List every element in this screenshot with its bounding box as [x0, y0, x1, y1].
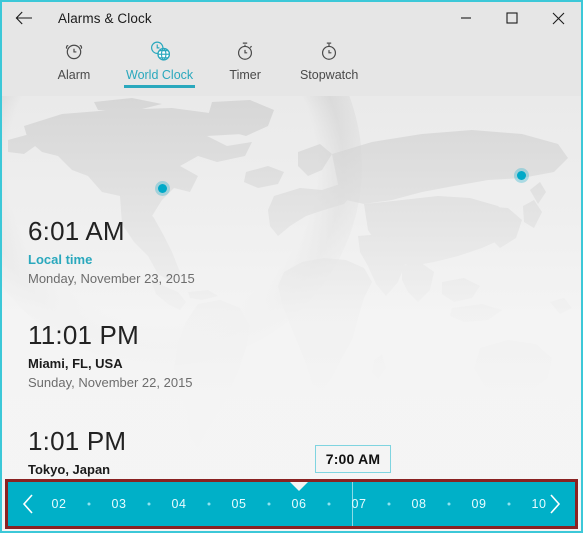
clock-place: Miami, FL, USA [28, 356, 123, 372]
chevron-left-icon [20, 493, 36, 515]
maximize-icon [506, 12, 518, 24]
clock-time: 1:01 PM [28, 426, 127, 456]
hour-slider[interactable]: 02 03 04 05 06 07 08 09 10 [5, 479, 578, 529]
tab-timer-label: Timer [229, 68, 261, 82]
timer-icon [234, 38, 256, 64]
hour-tick-09[interactable]: 09 [472, 497, 487, 511]
hour-tick-03[interactable]: 03 [112, 497, 127, 511]
hour-slider-track[interactable]: 02 03 04 05 06 07 08 09 10 [8, 482, 575, 526]
clock-date: Monday, November 23, 2015 [28, 271, 195, 287]
hour-tick-dot [267, 502, 271, 506]
selected-hour-pointer [290, 482, 308, 491]
slider-prev-button[interactable] [10, 482, 46, 526]
hour-tick-dot [87, 502, 91, 506]
alarms-and-clock-window: Alarms & Clock Alarm World Clock Timer S… [0, 0, 583, 533]
hour-tick-dot [147, 502, 151, 506]
close-icon [552, 12, 565, 25]
clock-list: 6:01 AM Local time Monday, November 23, … [2, 96, 581, 531]
minimize-icon [460, 12, 472, 24]
clock-place: Local time [28, 252, 93, 268]
chevron-right-icon [547, 493, 563, 515]
hour-tick-dot [327, 502, 331, 506]
title-bar: Alarms & Clock [2, 2, 581, 34]
tab-stopwatch-label: Stopwatch [299, 68, 359, 82]
clock-date: Sunday, November 22, 2015 [28, 375, 193, 391]
hour-tick-08[interactable]: 08 [412, 497, 427, 511]
selected-time-value: 7:00 AM [325, 451, 381, 467]
world-clock-icon [148, 38, 172, 64]
alarm-clock-icon [63, 38, 85, 64]
clock-place: Tokyo, Japan [28, 462, 111, 478]
close-button[interactable] [535, 2, 581, 34]
clock-entry-local[interactable]: 6:01 AM Local time Monday, November 23, … [28, 216, 195, 287]
clock-entry-miami[interactable]: 11:01 PM Miami, FL, USA Sunday, November… [28, 320, 193, 391]
maximize-button[interactable] [489, 2, 535, 34]
clock-entry-tokyo[interactable]: 1:01 PM Tokyo, Japan [28, 426, 127, 478]
hour-tick-02[interactable]: 02 [52, 497, 67, 511]
tab-alarm[interactable]: Alarm [32, 34, 116, 82]
window-controls [443, 2, 581, 34]
clock-time: 11:01 PM [28, 320, 139, 350]
hour-tick-07[interactable]: 07 [352, 497, 367, 511]
hour-tick-05[interactable]: 05 [232, 497, 247, 511]
window-title: Alarms & Clock [58, 10, 152, 26]
hour-tick-dot [447, 502, 451, 506]
tab-world-clock[interactable]: World Clock [116, 34, 203, 88]
tab-alarm-label: Alarm [57, 68, 91, 82]
minimize-button[interactable] [443, 2, 489, 34]
back-button[interactable] [2, 2, 46, 34]
back-arrow-icon [15, 11, 33, 25]
tab-bar: Alarm World Clock Timer Stopwatch [2, 34, 581, 96]
world-map-panel[interactable]: 6:01 AM Local time Monday, November 23, … [2, 96, 581, 531]
tab-stopwatch[interactable]: Stopwatch [287, 34, 371, 82]
hour-tick-dot [207, 502, 211, 506]
hour-tick-dot [507, 502, 511, 506]
tab-world-clock-underline [124, 85, 196, 88]
clock-time: 6:01 AM [28, 216, 125, 246]
hour-tick-dot [387, 502, 391, 506]
tab-world-clock-label: World Clock [126, 68, 194, 82]
stopwatch-icon [318, 38, 340, 64]
hour-tick-04[interactable]: 04 [172, 497, 187, 511]
hour-tick-06[interactable]: 06 [292, 497, 307, 511]
selected-time-bubble: 7:00 AM [315, 445, 391, 473]
tab-timer[interactable]: Timer [203, 34, 287, 82]
slider-next-button[interactable] [537, 482, 573, 526]
